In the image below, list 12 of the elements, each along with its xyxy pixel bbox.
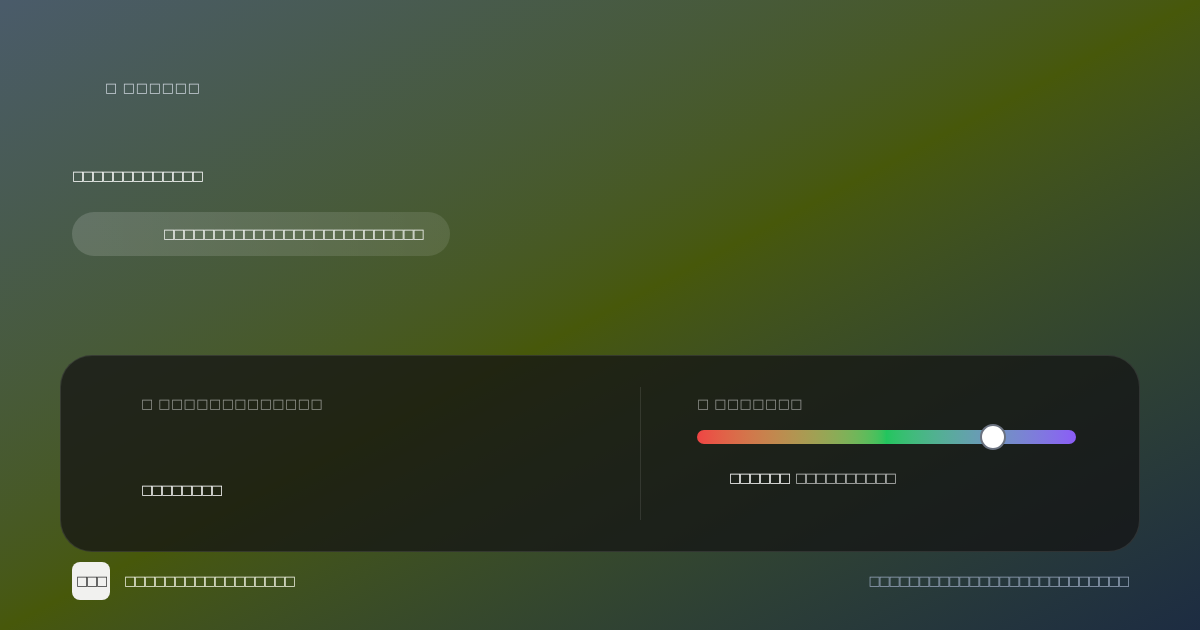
panel-label: □ □□□□□□□□□□□□□ <box>141 395 324 413</box>
page-title: □ □□□□□□ <box>105 79 201 97</box>
caption-text: □□□□□□□□□□ <box>794 469 895 487</box>
panel-label: □ □□□□□□□ <box>697 395 803 413</box>
logo-tile: □□□ <box>72 562 110 600</box>
brand-text: □□□□□□□□□□□□□□□□□ <box>124 572 294 590</box>
message-pill: □□□□□□□□□□□□□□□□□□□□□□□□□□ <box>72 212 450 256</box>
value-text: □□□□□□ <box>729 469 789 487</box>
footer-note: □□□□□□□□□□□□□□□□□□□□□□□□□□ <box>868 572 1128 590</box>
intro-label: □□□□□□□□□□□□□ <box>72 167 202 185</box>
value-text: □□□□□□□□ <box>141 481 221 499</box>
slider-thumb[interactable] <box>979 424 1006 450</box>
